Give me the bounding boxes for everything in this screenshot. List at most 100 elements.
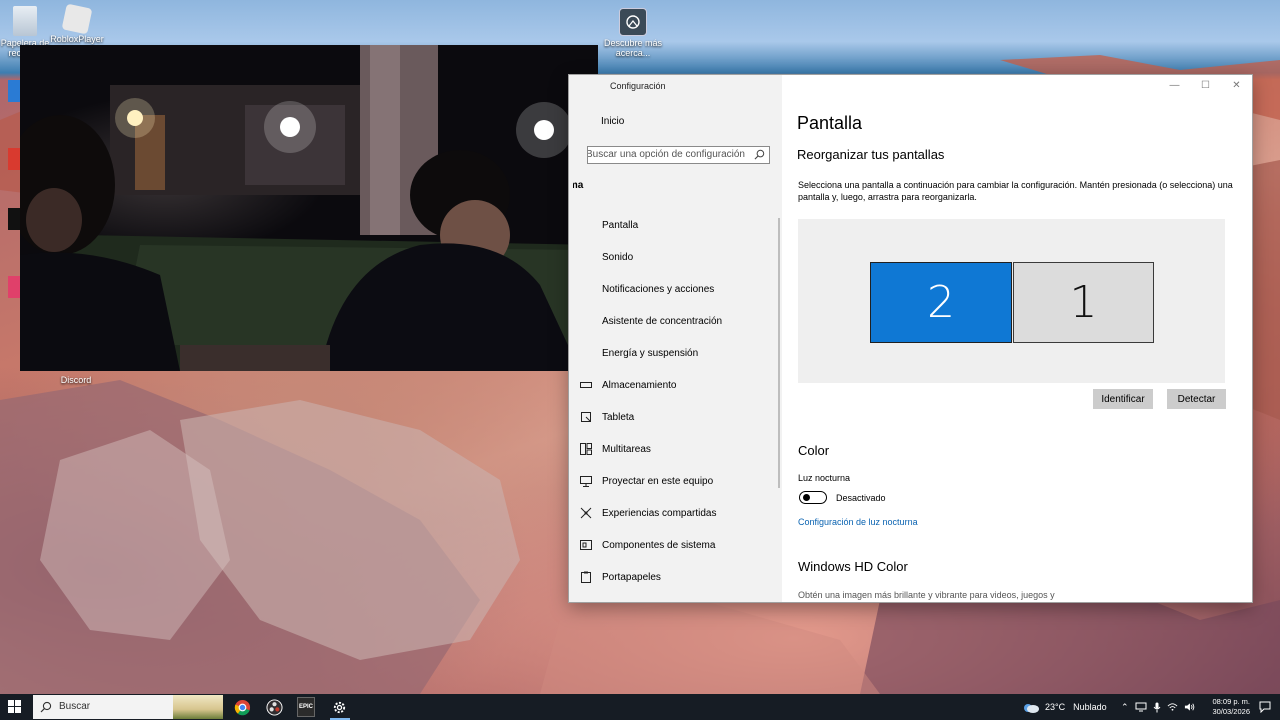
focus-assist-icon <box>579 314 593 328</box>
tiktok-icon[interactable] <box>8 276 20 298</box>
monitor-1-tile[interactable]: 1 <box>1013 262 1154 343</box>
epic-launcher-icon[interactable] <box>8 208 20 230</box>
obs-icon[interactable] <box>264 697 284 717</box>
night-light-toggle[interactable] <box>799 491 827 504</box>
system-components-icon <box>579 538 593 552</box>
notifications-icon <box>579 282 593 296</box>
nav-item-pantalla[interactable]: Pantalla <box>569 209 782 241</box>
chrome-shortcut-icon[interactable] <box>8 148 20 170</box>
rearrange-description: Selecciona una pantalla a continuación p… <box>798 180 1233 202</box>
clock-date: 30/03/2026 <box>1212 707 1250 716</box>
desktop-icon-roblox[interactable]: RobloxPlayer <box>47 3 107 44</box>
taskbar-clock[interactable]: 08:09 p. m. 30/03/2026 <box>1212 697 1250 717</box>
edge-icon[interactable] <box>8 80 20 102</box>
monitor-number: 1 <box>1069 277 1098 328</box>
search-placeholder: Buscar una opción de configuración <box>587 149 745 160</box>
monitor-number: 2 <box>927 277 955 328</box>
volume-icon[interactable] <box>1184 702 1195 712</box>
display-arrangement-area[interactable]: 2 1 <box>798 219 1225 383</box>
nav-item-portapapeles[interactable]: Portapapeles <box>569 561 782 593</box>
nav-item-proyectar[interactable]: Proyectar en este equipo <box>569 465 782 497</box>
system-tray: ⌃ <box>1121 694 1195 720</box>
microphone-icon[interactable] <box>1153 702 1161 713</box>
nav-item-label: Portapapeles <box>602 571 661 583</box>
recycle-bin-icon <box>13 6 37 36</box>
taskbar: Buscar EPIC 23°C Nublado ⌃ 08:09 p. m. 3… <box>0 694 1280 720</box>
projecting-icon <box>579 474 593 488</box>
nav-item-label: Tableta <box>602 411 635 423</box>
search-icon[interactable] <box>754 149 765 160</box>
epic-label: EPIC <box>298 704 313 710</box>
nav-item-componentes[interactable]: Componentes de sistema <box>569 529 782 561</box>
detect-label: Detectar <box>1177 393 1216 405</box>
nav-item-sonido[interactable]: Sonido <box>569 241 782 273</box>
nav-item-label: Proyectar en este equipo <box>602 475 714 487</box>
rearrange-heading: Reorganizar tus pantallas <box>797 147 945 162</box>
weather-condition: Nublado <box>1073 702 1107 712</box>
nav-item-label: Notificaciones y acciones <box>602 283 715 295</box>
taskbar-search-label: Buscar <box>59 701 91 712</box>
section-heading: Sistema <box>573 180 633 191</box>
notification-center-icon[interactable] <box>1259 701 1271 713</box>
identify-button[interactable]: Identificar <box>1093 389 1153 409</box>
nav-item-energia[interactable]: Energía y suspensión <box>569 337 782 369</box>
nav-home[interactable]: Inicio <box>591 116 624 127</box>
tablet-icon <box>579 410 593 424</box>
network-icon[interactable] <box>1135 702 1147 712</box>
home-label: Inicio <box>601 116 625 127</box>
nav-item-multitareas[interactable]: Multitareas <box>569 433 782 465</box>
night-light-settings-link[interactable]: Configuración de luz nocturna <box>798 517 918 527</box>
shared-experiences-icon <box>579 506 593 520</box>
nav-item-label: Experiencias compartidas <box>602 507 717 519</box>
settings-gear-icon[interactable] <box>329 697 349 717</box>
epic-games-icon[interactable]: EPIC <box>297 697 315 717</box>
clipboard-icon <box>579 570 593 584</box>
settings-search-input[interactable]: Buscar una opción de configuración <box>587 146 770 164</box>
window-title: Configuración <box>610 81 666 91</box>
desktop-icon-label: Discord <box>60 375 92 385</box>
sidebar-scrollbar[interactable] <box>778 218 780 488</box>
nav-item-asistente[interactable]: Asistente de concentración <box>569 305 782 337</box>
spotlight-icon <box>619 8 647 36</box>
nav-item-label: Asistente de concentración <box>602 315 723 327</box>
clock-time: 08:09 p. m. <box>1212 697 1250 706</box>
wifi-icon[interactable] <box>1167 702 1178 712</box>
identify-label: Identificar <box>1101 393 1145 405</box>
camera-video-window[interactable] <box>20 45 598 371</box>
roblox-icon <box>61 3 93 35</box>
desktop-icon-discord[interactable]: Discord <box>46 375 106 385</box>
multitasking-icon <box>579 442 593 456</box>
nav-item-label: Multitareas <box>602 443 651 455</box>
desktop-icon-label: RobloxPlayer <box>50 34 104 44</box>
detect-button[interactable]: Detectar <box>1167 389 1226 409</box>
hd-color-heading: Windows HD Color <box>798 559 908 574</box>
nav-item-label: Almacenamiento <box>602 379 677 391</box>
camera-feed <box>20 45 598 371</box>
weather-widget[interactable]: 23°C Nublado <box>1022 694 1107 720</box>
nav-item-label: Energía y suspensión <box>602 347 699 359</box>
chevron-up-icon[interactable]: ⌃ <box>1121 702 1129 713</box>
page-title: Pantalla <box>797 113 863 133</box>
settings-nav: Pantalla Sonido Notificaciones y accione… <box>569 209 782 593</box>
nav-item-notificaciones[interactable]: Notificaciones y acciones <box>569 273 782 305</box>
settings-window[interactable]: Configuración Inicio Buscar una opción d… <box>569 75 1252 602</box>
nav-item-label: Componentes de sistema <box>602 539 716 551</box>
monitor-2-tile[interactable]: 2 <box>870 262 1012 343</box>
desktop-icon-label: Descubre más acerca... <box>603 38 663 58</box>
nav-item-label: Pantalla <box>602 219 639 231</box>
section-label: Sistema <box>573 180 584 191</box>
sound-icon <box>579 250 593 264</box>
nav-item-almacenamiento[interactable]: Almacenamiento <box>569 369 782 401</box>
chrome-icon[interactable] <box>232 697 252 717</box>
weather-temp: 23°C <box>1045 702 1066 712</box>
color-heading: Color <box>798 443 830 458</box>
search-highlight-image <box>173 695 223 719</box>
nav-item-tableta[interactable]: Tableta <box>569 401 782 433</box>
search-icon <box>40 701 52 713</box>
desktop-icon-spotlight[interactable]: Descubre más acerca... <box>603 8 663 58</box>
taskbar-search-box[interactable]: Buscar <box>33 695 223 719</box>
settings-sidebar: Configuración Inicio Buscar una opción d… <box>569 75 782 602</box>
nav-item-label: Sonido <box>602 251 634 263</box>
nav-item-experiencias[interactable]: Experiencias compartidas <box>569 497 782 529</box>
windows-start-icon[interactable] <box>8 700 21 713</box>
